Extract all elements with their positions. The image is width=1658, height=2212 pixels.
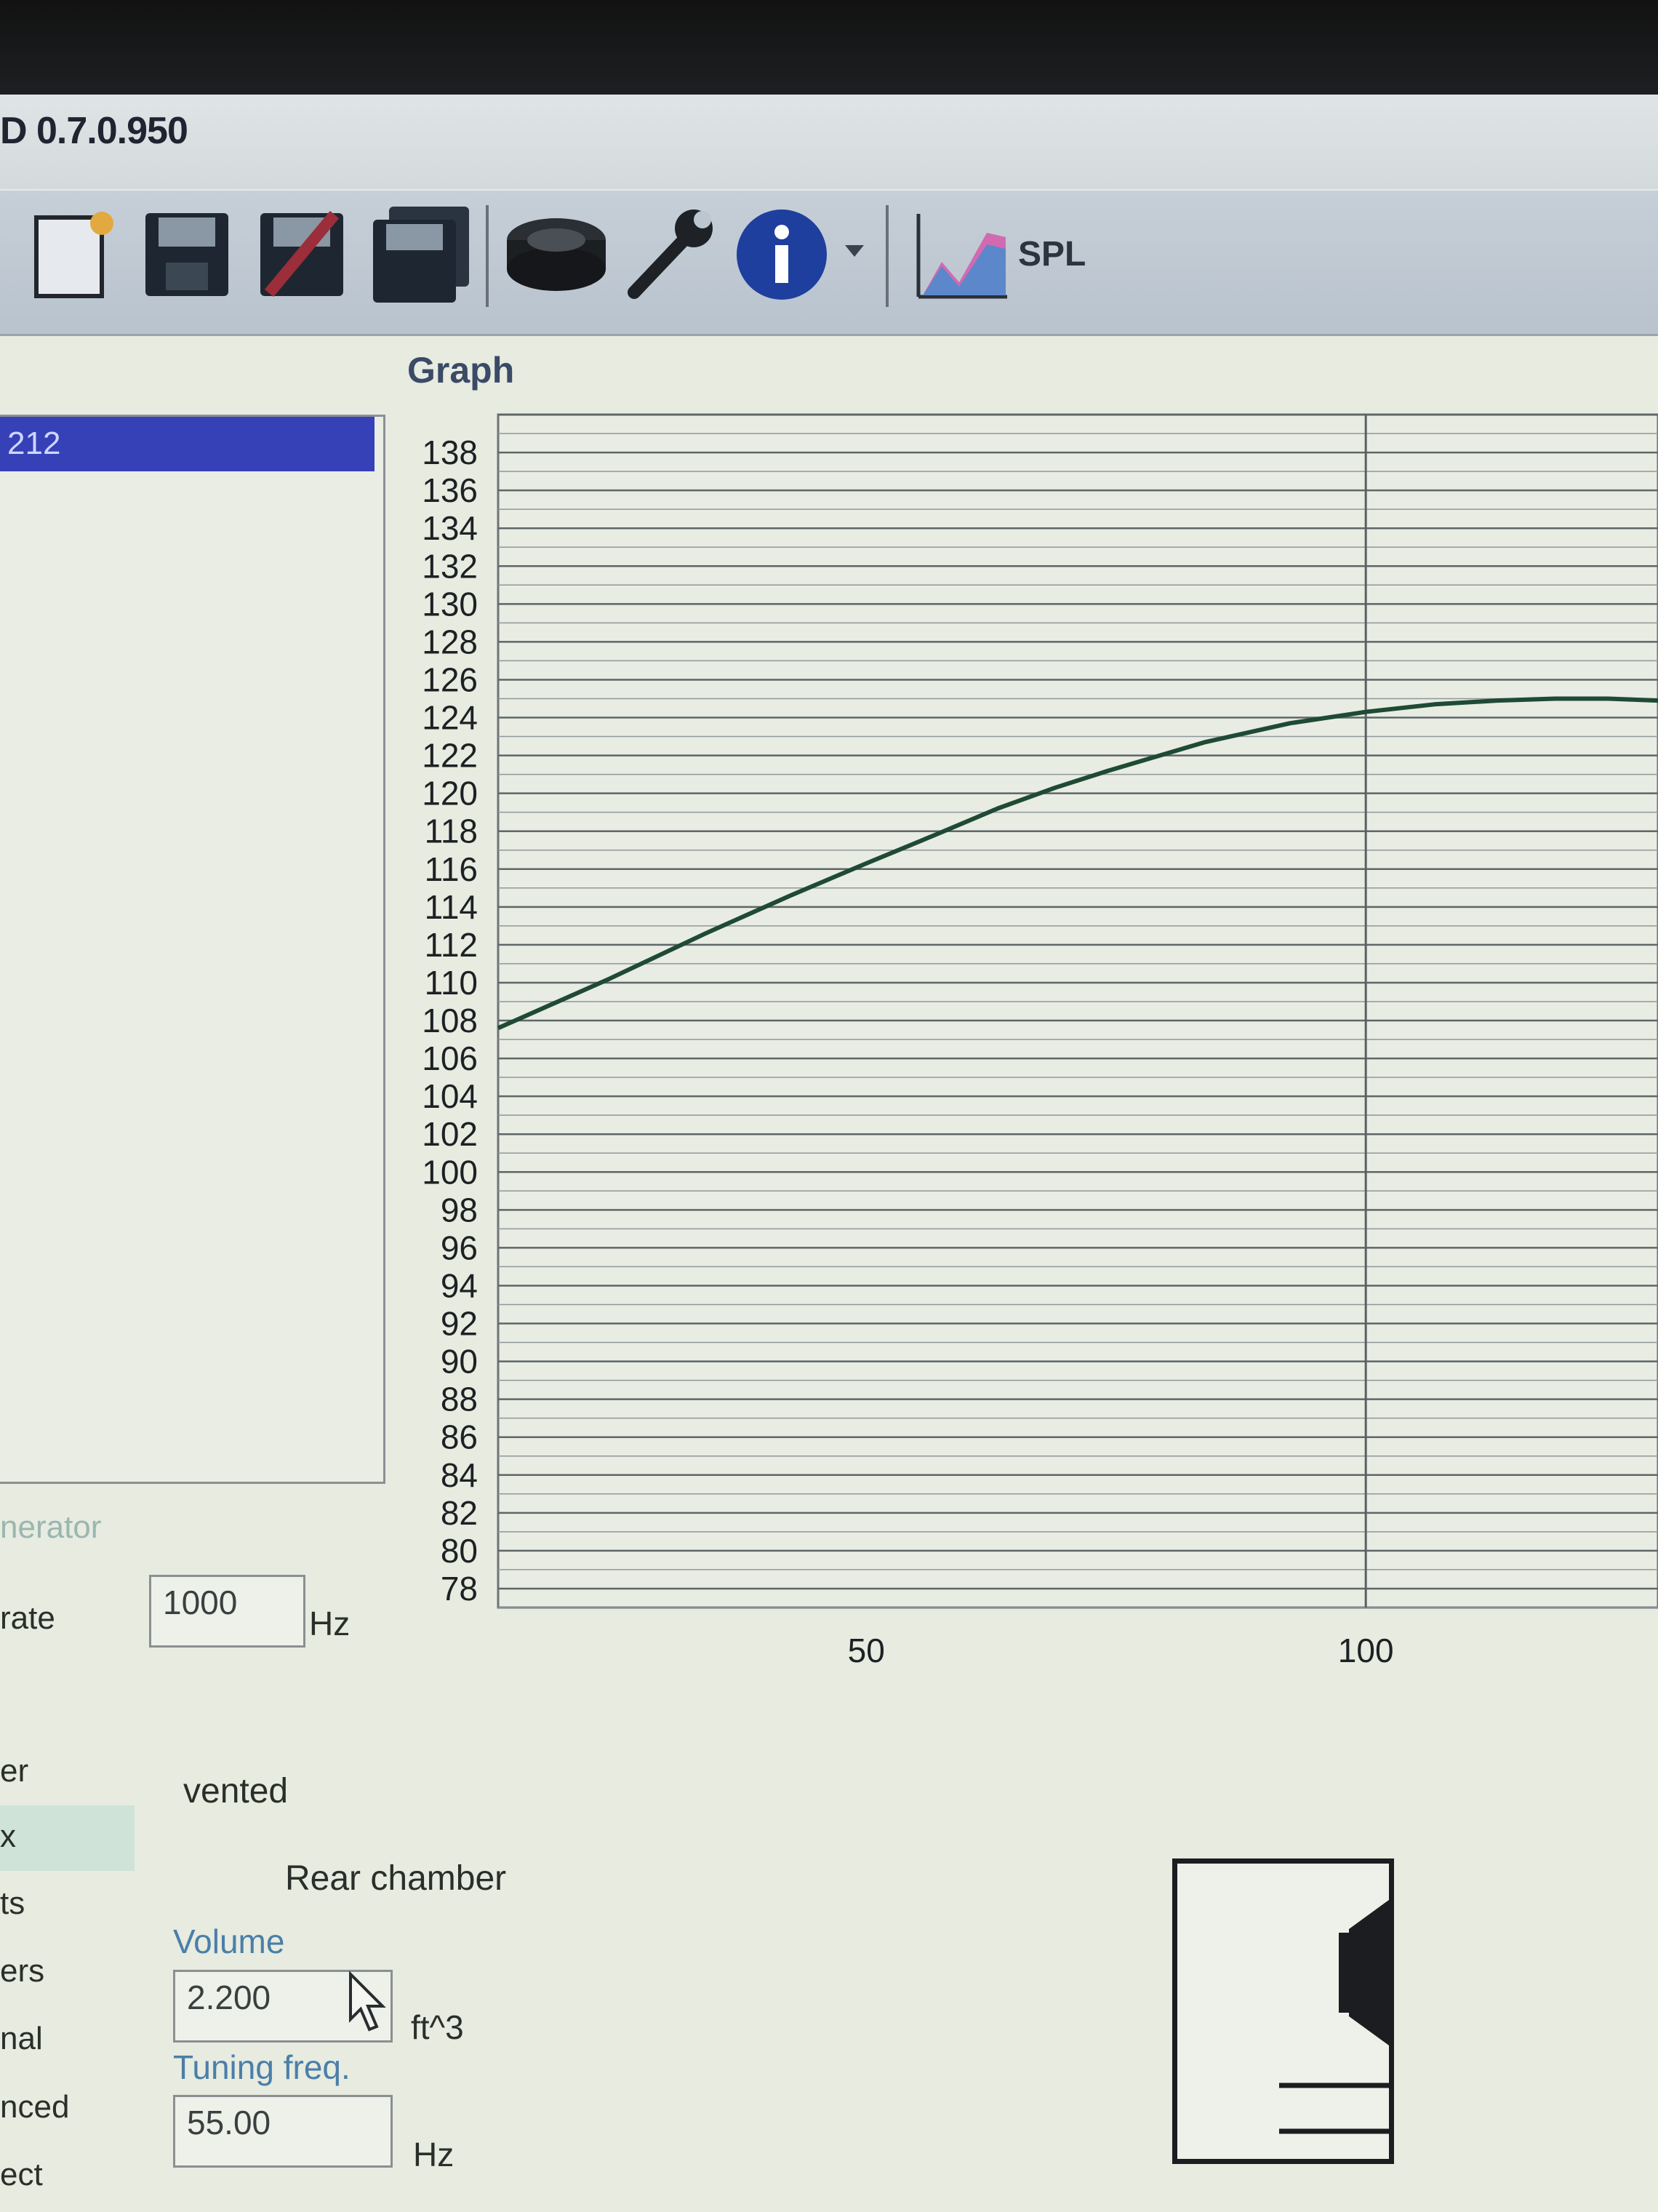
y-tick-label: 88: [441, 1381, 478, 1418]
nav-item-project[interactable]: ect: [0, 2157, 43, 2193]
y-tick-label: 78: [441, 1570, 478, 1608]
y-tick-label: 92: [441, 1305, 478, 1343]
screen-bezel: [0, 0, 1658, 95]
y-tick-label: 118: [425, 812, 478, 850]
title-bar: [0, 95, 1658, 189]
save-icon[interactable]: [140, 207, 234, 302]
new-file-icon[interactable]: [29, 207, 116, 302]
x-tick-label: 50: [848, 1632, 885, 1669]
y-tick-label: 132: [422, 547, 478, 585]
y-tick-label: 110: [425, 964, 478, 1002]
volume-unit: ft^3: [411, 2008, 464, 2046]
y-tick-label: 130: [422, 585, 478, 623]
generator-section-heading: nerator: [0, 1509, 102, 1545]
nav-item-signal[interactable]: nal: [0, 2021, 43, 2057]
dropdown-arrow-icon[interactable]: [844, 244, 865, 258]
y-tick-label: 128: [422, 623, 478, 660]
tuning-freq-unit: Hz: [413, 2136, 454, 2173]
nav-item-ports[interactable]: ts: [0, 1885, 25, 1922]
tuning-freq-label: Tuning freq.: [173, 2048, 351, 2086]
toolbar: [0, 191, 1658, 336]
toolbar-separator: [486, 205, 489, 307]
window-title: D 0.7.0.950: [0, 110, 188, 152]
x-tick-label: 100: [1338, 1632, 1394, 1669]
y-tick-label: 90: [441, 1343, 478, 1381]
generator-rate-input[interactable]: 1000: [149, 1575, 305, 1648]
y-tick-label: 102: [422, 1115, 478, 1153]
y-tick-label: 124: [422, 699, 478, 737]
spl-graph[interactable]: 7880828486889092949698100102104106108110…: [393, 404, 1658, 1677]
y-tick-label: 114: [425, 888, 478, 926]
graph-heading: Graph: [407, 350, 515, 391]
y-tick-label: 134: [422, 509, 478, 547]
generator-rate-unit: Hz: [309, 1605, 351, 1642]
y-tick-label: 122: [422, 737, 478, 775]
nav-active-highlight: [0, 1805, 135, 1871]
y-tick-label: 84: [441, 1456, 478, 1494]
x-axis-ticks: 50 100: [848, 1632, 1394, 1669]
nav-item-box[interactable]: x: [0, 1818, 16, 1855]
generator-rate-label: rate: [0, 1600, 55, 1636]
y-tick-label: 86: [441, 1418, 478, 1456]
wrench-icon[interactable]: [618, 204, 720, 306]
rear-chamber-label: Rear chamber: [285, 1859, 507, 1898]
y-tick-label: 104: [422, 1077, 478, 1115]
info-icon[interactable]: [734, 207, 829, 302]
y-tick-label: 112: [425, 926, 478, 964]
y-tick-label: 100: [422, 1153, 478, 1191]
save-as-icon[interactable]: [255, 207, 356, 302]
y-tick-label: 82: [441, 1494, 478, 1532]
speaker-cone-icon: [1279, 1900, 1389, 2134]
toolbar-separator: [886, 205, 889, 307]
y-tick-label: 136: [422, 471, 478, 509]
y-tick-label: 138: [422, 434, 478, 471]
nav-item-filters[interactable]: ers: [0, 1953, 44, 1989]
box-type-label: vented: [183, 1772, 289, 1810]
plot-area: [497, 413, 1658, 1609]
y-tick-label: 108: [422, 1002, 478, 1039]
spl-graph-icon[interactable]: [913, 211, 1011, 302]
volume-label: Volume: [173, 1922, 285, 1960]
mouse-cursor-icon: [349, 1971, 386, 2032]
nav-item-advanced[interactable]: nced: [0, 2089, 69, 2125]
y-tick-label: 94: [441, 1266, 478, 1304]
speaker-driver-icon[interactable]: [502, 211, 611, 298]
y-axis-ticks: 7880828486889092949698100102104106108110…: [422, 434, 478, 1608]
driver-list-panel[interactable]: 212: [0, 415, 385, 1484]
driver-list-selected-item[interactable]: 212: [0, 417, 375, 471]
y-tick-label: 126: [422, 660, 478, 698]
tuning-freq-input[interactable]: 55.00: [173, 2095, 393, 2168]
spl-graph-label[interactable]: SPL: [1018, 234, 1086, 274]
vented-box-diagram: [1172, 1858, 1394, 2164]
y-tick-label: 80: [441, 1532, 478, 1570]
graph-grid: [497, 413, 1658, 1609]
y-tick-label: 96: [441, 1229, 478, 1266]
y-tick-label: 116: [425, 850, 478, 888]
nav-item-driver[interactable]: er: [0, 1753, 28, 1789]
y-tick-label: 98: [441, 1191, 478, 1229]
save-all-icon[interactable]: [367, 204, 476, 306]
y-tick-label: 106: [422, 1039, 478, 1077]
y-tick-label: 120: [422, 775, 478, 812]
